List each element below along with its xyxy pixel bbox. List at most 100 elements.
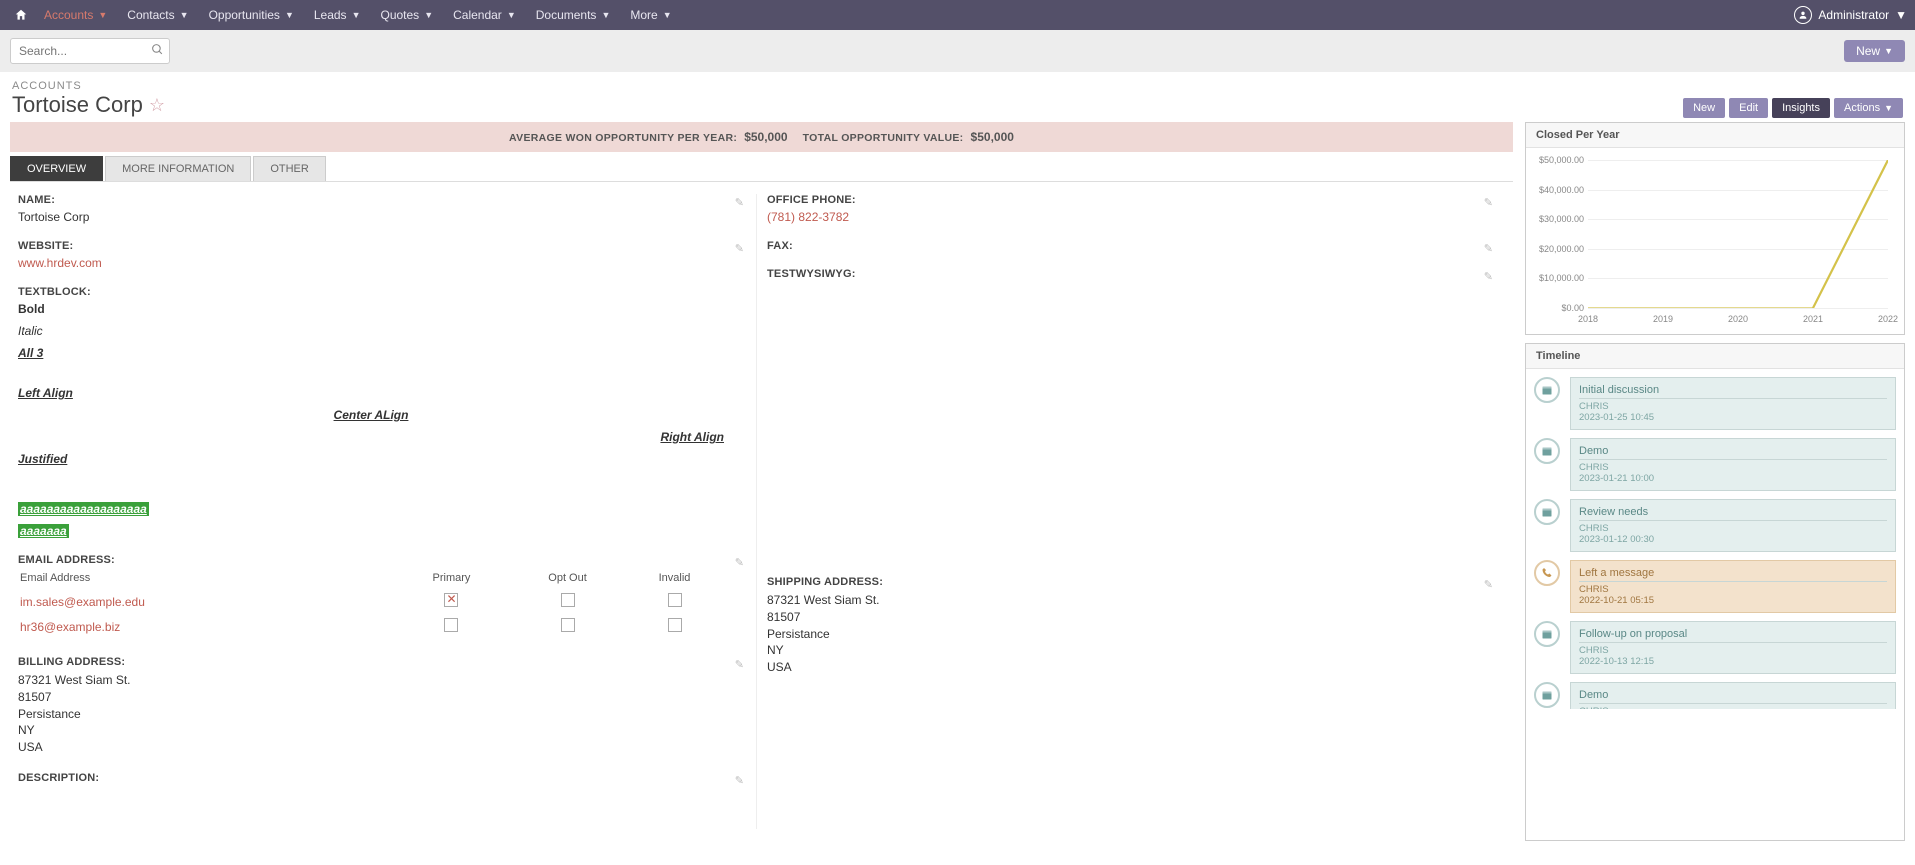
nav-more[interactable]: More▼ <box>620 0 681 30</box>
stats-banner: AVERAGE WON OPPORTUNITY PER YEAR: $50,00… <box>10 122 1513 152</box>
chevron-down-icon: ▼ <box>1884 46 1893 56</box>
nav-leads[interactable]: Leads▼ <box>304 0 371 30</box>
nav-accounts[interactable]: Accounts▼ <box>34 0 117 30</box>
tab-other[interactable]: OTHER <box>253 156 326 181</box>
tab-more-info[interactable]: MORE INFORMATION <box>105 156 251 181</box>
pencil-icon[interactable]: ✎ <box>735 196 744 209</box>
checkbox-primary[interactable] <box>444 593 458 607</box>
timeline-item[interactable]: Review needsCHRIS2023-01-12 00:30 <box>1534 499 1896 552</box>
email-table: Email Address Primary Opt Out Invalid im… <box>18 570 724 640</box>
timeline-user: CHRIS <box>1579 398 1887 412</box>
wysiwyg-label: TESTWYSIWYG: <box>767 268 1473 280</box>
phone-icon <box>1534 560 1560 586</box>
nav-contacts[interactable]: Contacts▼ <box>117 0 198 30</box>
nav-calendar[interactable]: Calendar▼ <box>443 0 526 30</box>
textblock-label: TEXTBLOCK: <box>18 286 724 298</box>
email-col-addr: Email Address <box>20 572 393 588</box>
email-row: im.sales@example.edu <box>20 590 722 613</box>
checkbox-optout[interactable] <box>561 618 575 632</box>
pencil-icon[interactable]: ✎ <box>1484 578 1493 591</box>
favorite-star-icon[interactable]: ☆ <box>149 95 165 116</box>
timeline-title-text: Left a message <box>1579 567 1887 579</box>
actions-button[interactable]: Actions▼ <box>1834 98 1903 118</box>
chart-title: Closed Per Year <box>1526 123 1904 148</box>
breadcrumb[interactable]: ACCOUNTS <box>12 80 165 92</box>
timeline-title-text: Review needs <box>1579 506 1887 518</box>
insights-button[interactable]: Insights <box>1772 98 1830 118</box>
shipping-address: 87321 West Siam St.81507PersistanceNYUSA <box>767 592 1473 676</box>
pencil-icon[interactable]: ✎ <box>735 774 744 787</box>
x-tick: 2021 <box>1803 314 1823 324</box>
timeline-user: CHRIS <box>1579 520 1887 534</box>
pencil-icon[interactable]: ✎ <box>1484 242 1493 255</box>
search-input[interactable] <box>10 38 170 64</box>
pencil-icon[interactable]: ✎ <box>1484 270 1493 283</box>
website-label: WEBSITE: <box>18 240 724 252</box>
x-tick: 2022 <box>1878 314 1898 324</box>
chevron-down-icon: ▼ <box>663 10 672 20</box>
page-title: Tortoise Corp <box>12 92 143 118</box>
y-tick: $50,000.00 <box>1536 155 1584 165</box>
email-label: EMAIL ADDRESS: <box>18 554 724 566</box>
timeline-item[interactable]: Left a messageCHRIS2022-10-21 05:15 <box>1534 560 1896 613</box>
calendar-icon <box>1534 377 1560 403</box>
phone-link[interactable]: (781) 822-3782 <box>767 210 849 224</box>
timeline-title-text: Initial discussion <box>1579 384 1887 396</box>
timeline-item[interactable]: Follow-up on proposalCHRIS2022-10-13 12:… <box>1534 621 1896 674</box>
timeline-body[interactable]: Initial discussionCHRIS2023-01-25 10:45D… <box>1526 369 1904 709</box>
new-button[interactable]: New <box>1683 98 1725 118</box>
user-menu[interactable]: Administrator ▼ <box>1794 6 1907 24</box>
timeline-card: DemoCHRIS2022-04-15 15:15 <box>1570 682 1896 709</box>
x-tick: 2018 <box>1578 314 1598 324</box>
email-link[interactable]: im.sales@example.edu <box>20 595 145 609</box>
checkbox-optout[interactable] <box>561 593 575 607</box>
email-col-primary: Primary <box>395 572 508 588</box>
calendar-icon <box>1534 682 1560 708</box>
edit-button[interactable]: Edit <box>1729 98 1768 118</box>
y-tick: $20,000.00 <box>1536 244 1584 254</box>
email-col-invalid: Invalid <box>627 572 722 588</box>
timeline-item[interactable]: Initial discussionCHRIS2023-01-25 10:45 <box>1534 377 1896 430</box>
tab-overview[interactable]: OVERVIEW <box>10 156 103 181</box>
chevron-down-icon: ▼ <box>352 10 361 20</box>
email-link[interactable]: hr36@example.biz <box>20 620 120 634</box>
pencil-icon[interactable]: ✎ <box>735 556 744 569</box>
chevron-down-icon: ▼ <box>507 10 516 20</box>
pencil-icon[interactable]: ✎ <box>735 242 744 255</box>
y-tick: $30,000.00 <box>1536 214 1584 224</box>
calendar-icon <box>1534 499 1560 525</box>
billing-address: 87321 West Siam St.81507PersistanceNYUSA <box>18 672 724 756</box>
website-link[interactable]: www.hrdev.com <box>18 256 102 270</box>
nav-opportunities[interactable]: Opportunities▼ <box>199 0 304 30</box>
checkbox-invalid[interactable] <box>668 593 682 607</box>
email-row: hr36@example.biz <box>20 615 722 638</box>
timeline-title-text: Demo <box>1579 689 1887 701</box>
avatar-icon <box>1794 6 1812 24</box>
timeline-date: 2022-10-21 05:15 <box>1579 595 1887 606</box>
checkbox-primary[interactable] <box>444 618 458 632</box>
pencil-icon[interactable]: ✎ <box>1484 196 1493 209</box>
name-label: NAME: <box>18 194 724 206</box>
checkbox-invalid[interactable] <box>668 618 682 632</box>
home-icon <box>14 8 28 22</box>
y-tick: $40,000.00 <box>1536 185 1584 195</box>
chevron-down-icon: ▼ <box>1895 8 1907 22</box>
timeline-card: Follow-up on proposalCHRIS2022-10-13 12:… <box>1570 621 1896 674</box>
chevron-down-icon: ▼ <box>98 10 107 20</box>
x-tick: 2020 <box>1728 314 1748 324</box>
total-opp-label: TOTAL OPPORTUNITY VALUE: <box>803 132 964 144</box>
timeline-item[interactable]: DemoCHRIS2022-04-15 15:15 <box>1534 682 1896 709</box>
home-button[interactable] <box>8 0 34 30</box>
new-record-button[interactable]: New ▼ <box>1844 40 1905 62</box>
phone-label: OFFICE PHONE: <box>767 194 1473 206</box>
timeline-item[interactable]: DemoCHRIS2023-01-21 10:00 <box>1534 438 1896 491</box>
timeline-card: Initial discussionCHRIS2023-01-25 10:45 <box>1570 377 1896 430</box>
timeline-card: DemoCHRIS2023-01-21 10:00 <box>1570 438 1896 491</box>
y-tick: $0.00 <box>1536 303 1584 313</box>
calendar-icon <box>1534 438 1560 464</box>
pencil-icon[interactable]: ✎ <box>735 658 744 671</box>
nav-quotes[interactable]: Quotes▼ <box>370 0 443 30</box>
search-icon[interactable] <box>151 43 164 59</box>
timeline-card: Review needsCHRIS2023-01-12 00:30 <box>1570 499 1896 552</box>
nav-documents[interactable]: Documents▼ <box>526 0 621 30</box>
